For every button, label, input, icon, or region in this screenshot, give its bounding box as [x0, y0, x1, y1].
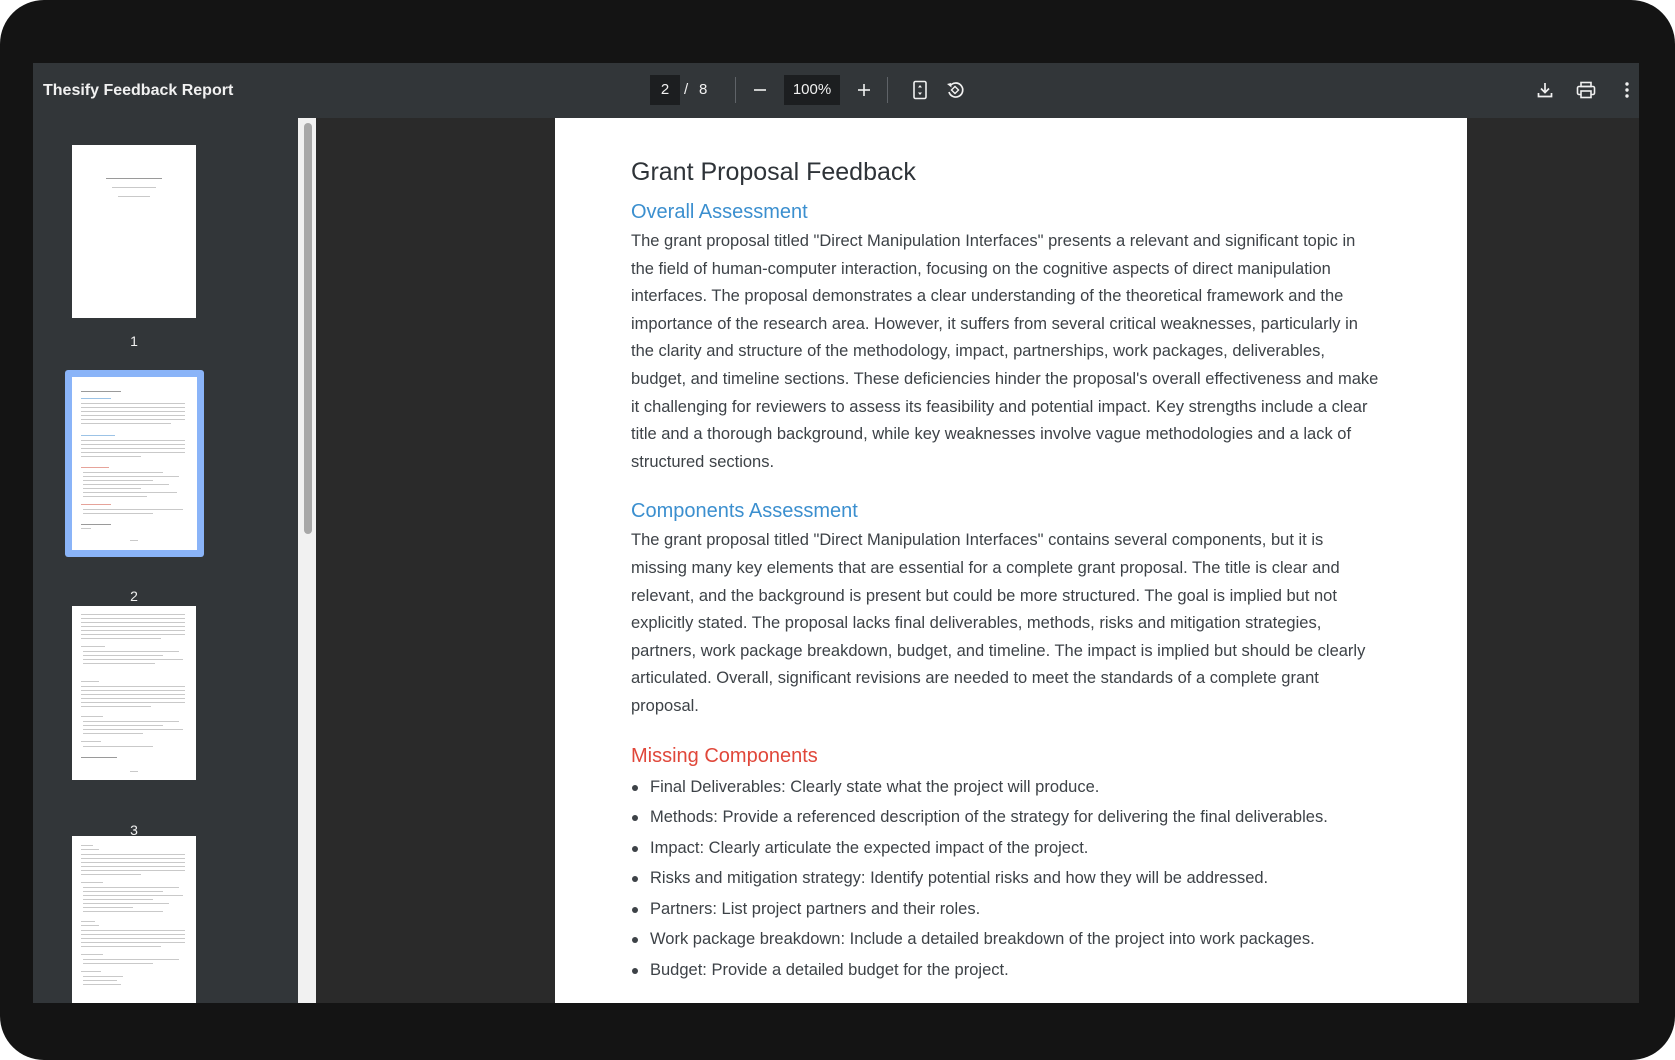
thumbnail-number: 1 — [130, 333, 138, 349]
page-separator: / — [684, 81, 689, 98]
print-button[interactable] — [1571, 75, 1601, 105]
rotate-button[interactable] — [940, 75, 970, 105]
page-thumbnail-3[interactable] — [72, 606, 196, 780]
fit-page-icon — [913, 80, 927, 100]
pdf-viewer-window: Thesify Feedback Report 2 / 8 100% 1 2 3… — [33, 63, 1639, 1003]
more-options-button[interactable] — [1612, 75, 1639, 105]
document-viewer: Grant Proposal Feedback Overall Assessme… — [316, 118, 1639, 1003]
page-number-input[interactable]: 2 — [650, 75, 680, 105]
list-item: Methods: Provide a referenced descriptio… — [631, 802, 1381, 833]
page-thumbnail-1[interactable] — [72, 145, 196, 318]
list-item: Partners: List project partners and thei… — [631, 894, 1381, 925]
section-text-components: The grant proposal titled "Direct Manipu… — [631, 531, 1366, 715]
page-content: Grant Proposal Feedback Overall Assessme… — [631, 158, 1381, 986]
list-item: Risks and mitigation strategy: Identify … — [631, 863, 1381, 894]
missing-components-list: Final Deliverables: Clearly state what t… — [631, 772, 1381, 986]
zoom-out-button[interactable] — [745, 75, 775, 105]
fit-page-button[interactable] — [905, 75, 935, 105]
download-icon — [1537, 83, 1553, 98]
section-heading-components: Components Assessment — [631, 500, 858, 523]
section-heading-missing: Missing Components — [631, 744, 818, 767]
more-icon — [1625, 82, 1629, 98]
rotate-icon — [947, 82, 964, 98]
toolbar-divider — [735, 77, 736, 103]
pdf-page: Grant Proposal Feedback Overall Assessme… — [555, 118, 1467, 1003]
thumbnail-sidebar: 1 2 3 — [33, 118, 298, 1003]
list-item: Final Deliverables: Clearly state what t… — [631, 772, 1381, 803]
section-text-overall: The grant proposal titled "Direct Manipu… — [631, 232, 1379, 471]
list-item: Impact: Clearly articulate the expected … — [631, 833, 1381, 864]
zoom-out-icon — [754, 89, 766, 91]
page-thumbnail-4[interactable] — [72, 836, 196, 1003]
document-heading: Grant Proposal Feedback — [631, 158, 916, 186]
page-thumbnail-2[interactable] — [72, 377, 197, 550]
zoom-level-input[interactable]: 100% — [784, 75, 840, 105]
zoom-in-button[interactable] — [849, 75, 879, 105]
sidebar-scrollbar-thumb[interactable] — [304, 123, 312, 534]
device-frame: Thesify Feedback Report 2 / 8 100% 1 2 3… — [0, 0, 1675, 1060]
section-heading-overall: Overall Assessment — [631, 201, 808, 223]
toolbar-divider — [887, 77, 888, 103]
list-item: Work package breakdown: Include a detail… — [631, 924, 1381, 955]
list-item: Budget: Provide a detailed budget for th… — [631, 955, 1381, 986]
total-pages: 8 — [699, 81, 708, 98]
print-icon — [1576, 81, 1596, 99]
download-button[interactable] — [1530, 75, 1560, 105]
zoom-in-icon — [858, 84, 870, 96]
thumbnail-number: 2 — [130, 588, 138, 604]
pdf-toolbar: Thesify Feedback Report 2 / 8 100% — [33, 63, 1639, 118]
document-title: Thesify Feedback Report — [43, 82, 234, 99]
